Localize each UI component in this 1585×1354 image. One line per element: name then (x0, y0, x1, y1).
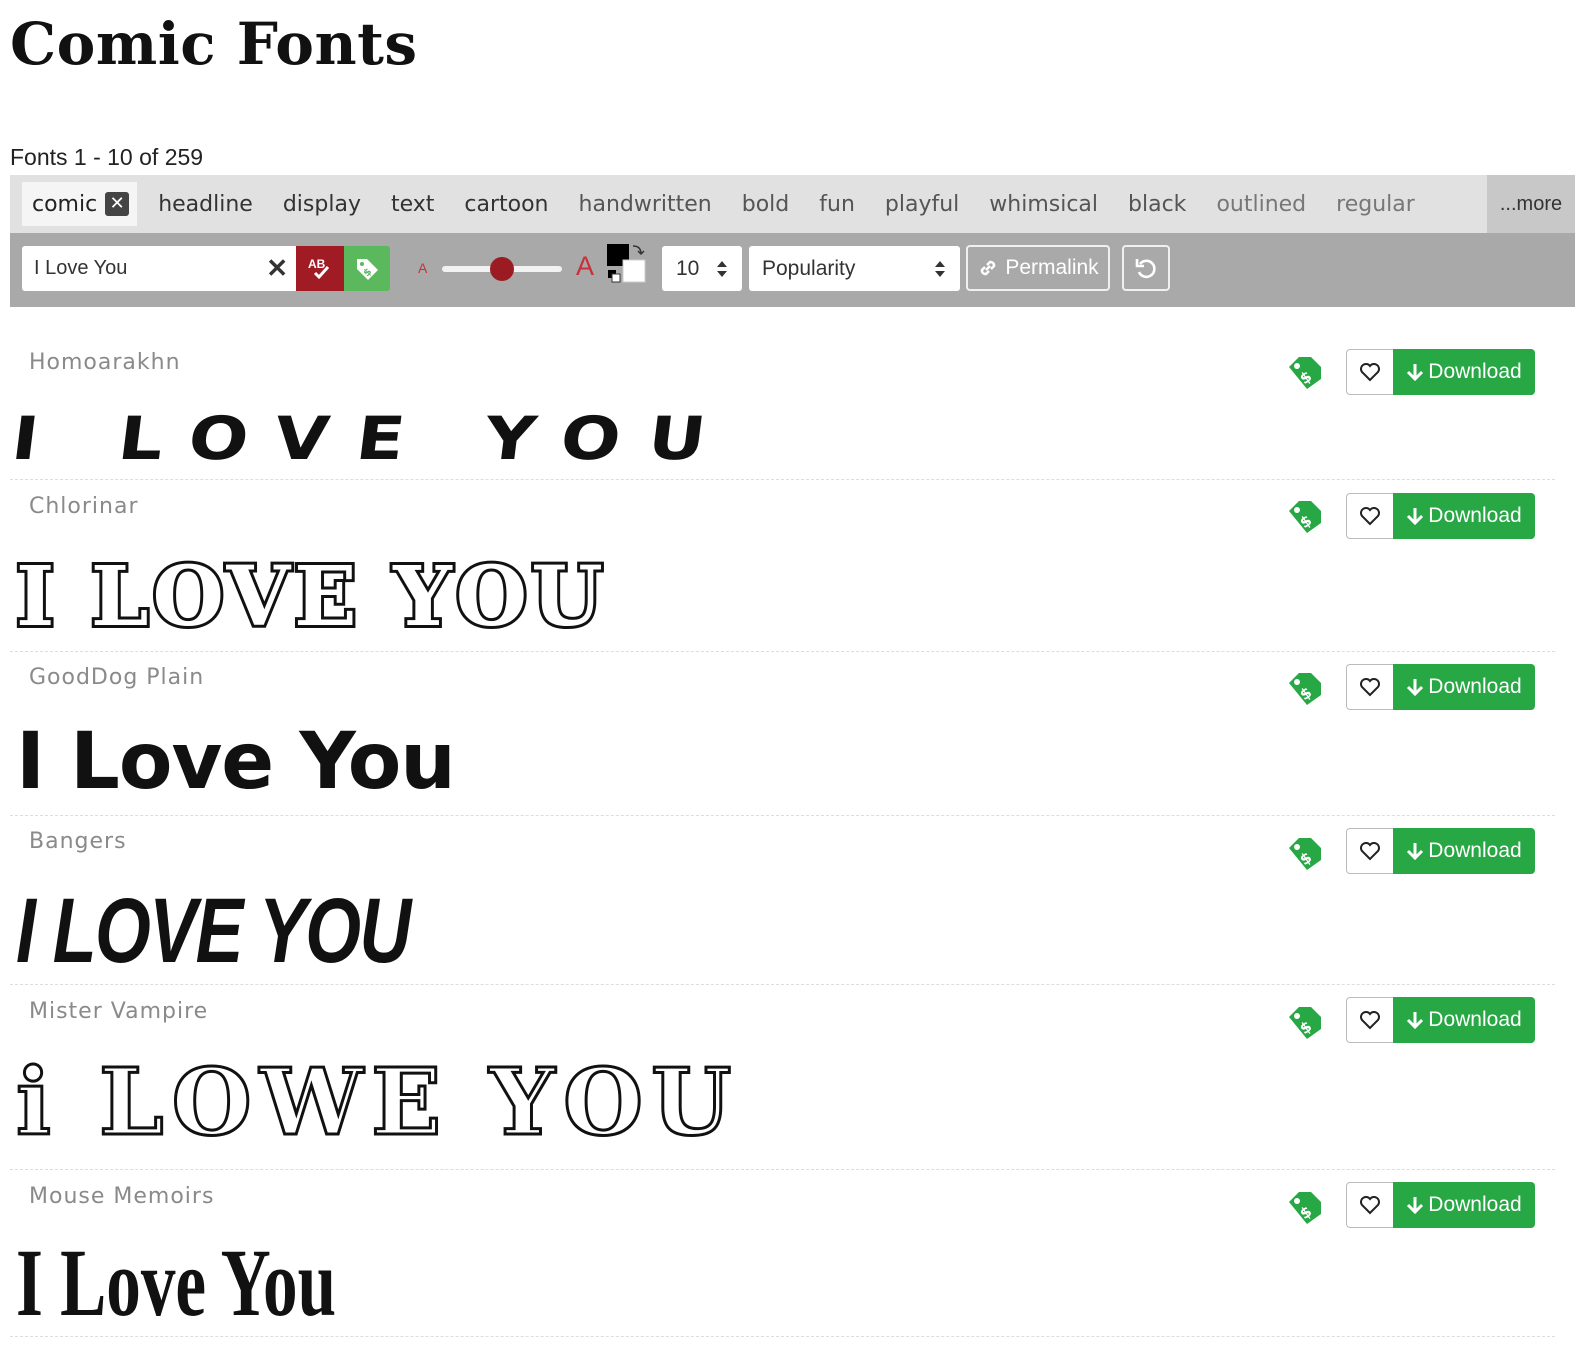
font-name[interactable]: GoodDog Plain (29, 665, 204, 690)
price-tag-icon: $ (1289, 838, 1321, 870)
font-sample: I LOVE YOU (8, 403, 738, 474)
color-swap-control[interactable] (607, 244, 647, 284)
tag-display[interactable]: display (268, 192, 376, 217)
download-label: Download (1428, 675, 1522, 698)
download-label: Download (1428, 1008, 1522, 1031)
download-button[interactable]: Download (1393, 1182, 1535, 1228)
download-button[interactable]: Download (1393, 828, 1535, 874)
results-per-page-select[interactable]: 10 (662, 246, 742, 291)
tag-whimsical[interactable]: whimsical (974, 192, 1113, 217)
font-sample: I LOVE YOU (13, 549, 607, 645)
font-row-chlorinar: Chlorinar $ Download I LOVE YOU (10, 481, 1555, 652)
download-button[interactable]: Download (1393, 493, 1535, 539)
tag-cartoon[interactable]: cartoon (449, 192, 563, 217)
tag-outlined[interactable]: outlined (1201, 192, 1321, 217)
sort-arrows-icon (935, 261, 945, 277)
font-row-bangers: Bangers $ Download I LOVE YOU (10, 817, 1555, 985)
font-row-mister-vampire: Mister Vampire $ Download i LOWE YOU (10, 986, 1555, 1170)
font-name[interactable]: Mister Vampire (29, 999, 208, 1024)
font-row-mouse-memoirs: Mouse Memoirs $ Download I Love You (10, 1171, 1555, 1337)
swap-colors-icon (632, 245, 645, 256)
results-count: Fonts 1 - 10 of 259 (10, 144, 204, 170)
font-name[interactable]: Bangers (29, 829, 127, 854)
heart-icon (1360, 507, 1380, 526)
permalink-button[interactable]: Permalink (966, 245, 1110, 291)
active-tag-label: comic (32, 191, 98, 217)
tag-black[interactable]: black (1113, 192, 1201, 217)
tag-regular[interactable]: regular (1321, 192, 1430, 217)
font-sample: I Love You (16, 717, 456, 807)
download-button[interactable]: Download (1393, 997, 1535, 1043)
tag-handwritten[interactable]: handwritten (564, 192, 727, 217)
favorite-button[interactable] (1346, 828, 1394, 874)
heart-icon (1360, 1196, 1380, 1215)
reset-button[interactable] (1122, 245, 1170, 291)
download-label: Download (1428, 839, 1522, 862)
download-button[interactable]: Download (1393, 664, 1535, 710)
arrow-down-icon (1407, 1012, 1424, 1030)
font-row-homoarakhn: Homoarakhn $ Download I LOVE YOU (8, 339, 1555, 480)
favorite-button[interactable] (1346, 1182, 1394, 1228)
close-icon[interactable]: ✕ (266, 254, 288, 282)
price-tag-icon: $ (1289, 673, 1321, 705)
font-name[interactable]: Homoarakhn (29, 350, 181, 375)
price-tag-icon: $ (1289, 501, 1321, 533)
arrow-down-icon (1407, 679, 1424, 697)
heart-icon (1360, 363, 1380, 382)
size-slider-thumb[interactable] (490, 257, 514, 281)
arrow-down-icon (1407, 843, 1424, 861)
price-tag-icon: $ (1289, 1007, 1321, 1039)
tag-bold[interactable]: bold (727, 192, 805, 217)
price-tag-icon: $ (1289, 357, 1321, 389)
text-case-button[interactable]: AB (296, 246, 344, 291)
favorite-button[interactable] (1346, 493, 1394, 539)
tag-headline[interactable]: headline (143, 192, 268, 217)
tag-bar: comic ✕ headline display text cartoon ha… (10, 175, 1575, 233)
font-name[interactable]: Mouse Memoirs (29, 1184, 214, 1209)
font-sample: I Love You (16, 1229, 337, 1336)
text-case-icon: AB (308, 257, 330, 279)
price-tag-icon: $ (357, 258, 378, 280)
heart-icon (1360, 1011, 1380, 1030)
page-title: Comic Fonts (10, 10, 418, 78)
favorite-button[interactable] (1346, 997, 1394, 1043)
active-tag-comic[interactable]: comic ✕ (22, 182, 138, 226)
sort-select[interactable]: Popularity (749, 246, 960, 291)
font-sample: i LOWE YOU (14, 1048, 740, 1156)
svg-text:AB: AB (308, 257, 326, 271)
heart-icon (1360, 842, 1380, 861)
sort-arrows-icon (717, 261, 727, 277)
favorite-button[interactable] (1346, 349, 1394, 395)
arrow-down-icon (1407, 1197, 1424, 1215)
close-icon[interactable]: ✕ (105, 192, 130, 216)
tag-playful[interactable]: playful (870, 192, 974, 217)
download-button[interactable]: Download (1393, 349, 1535, 395)
controls-bar: ✕ AB $ A A 10 Popularity (10, 233, 1575, 307)
download-label: Download (1428, 504, 1522, 527)
results-per-page-value: 10 (676, 257, 700, 280)
download-label: Download (1428, 360, 1522, 383)
undo-icon (1135, 259, 1156, 279)
more-tags-button[interactable]: ...more (1487, 175, 1575, 233)
link-icon (981, 260, 996, 276)
arrow-down-icon (1407, 508, 1424, 526)
font-row-gooddog-plain: GoodDog Plain $ Download I Love You (10, 653, 1555, 816)
preview-text-wrapper: ✕ (22, 246, 296, 291)
arrow-down-icon (1407, 364, 1424, 382)
font-name[interactable]: Chlorinar (29, 494, 139, 519)
preview-text-input[interactable] (22, 246, 262, 291)
sort-value: Popularity (762, 257, 856, 280)
size-small-label: A (418, 260, 428, 276)
heart-icon (1360, 678, 1380, 697)
price-tag-icon: $ (1289, 1192, 1321, 1224)
tag-text[interactable]: text (376, 192, 449, 217)
size-large-label: A (576, 251, 595, 281)
free-license-toggle[interactable]: $ (344, 246, 390, 291)
download-label: Download (1428, 1193, 1522, 1216)
font-sample: I LOVE YOU (16, 880, 411, 982)
favorite-button[interactable] (1346, 664, 1394, 710)
permalink-label: Permalink (1005, 256, 1099, 279)
tag-fun[interactable]: fun (804, 192, 870, 217)
